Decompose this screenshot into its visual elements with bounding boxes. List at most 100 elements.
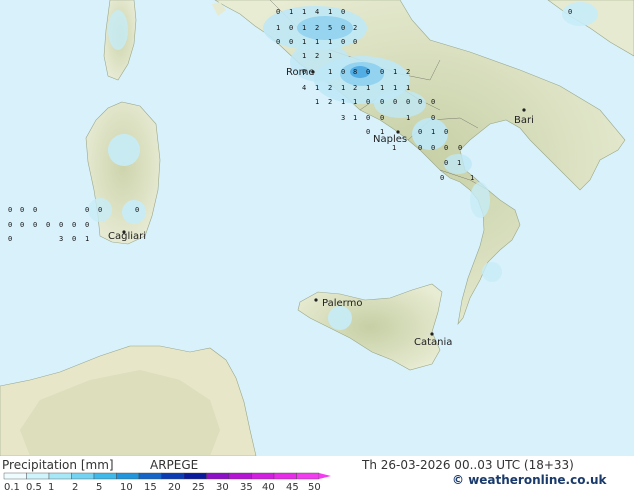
- city-label-bari: Bari: [514, 115, 534, 126]
- precip-value: 0: [72, 235, 76, 243]
- precip-value: 1: [328, 38, 332, 46]
- precip-value: 4: [302, 84, 306, 92]
- map-footer: Precipitation [mm] ARPEGE Th 26-03-2026 …: [0, 456, 634, 492]
- color-legend: 0.1 0.5 1 2 5 10 15 20 25 30 35 40 45 50: [3, 472, 331, 492]
- legend-swatch: [26, 472, 50, 480]
- legend-swatch: [183, 472, 207, 480]
- legend-swatch: [206, 472, 230, 480]
- precip-value: 1: [328, 52, 332, 60]
- legend-label: 2: [72, 482, 78, 492]
- precip-value: 0: [431, 98, 435, 106]
- precip-value: 1: [276, 24, 280, 32]
- precip-value: 0: [20, 221, 24, 229]
- precip-value: 0: [366, 114, 370, 122]
- precip-value: 0: [341, 38, 345, 46]
- precip-value: 0: [85, 221, 89, 229]
- precip-value: 1: [392, 144, 396, 152]
- precip-value: 0: [276, 38, 280, 46]
- legend-label: 20: [168, 482, 181, 492]
- legend-swatch: [71, 472, 95, 480]
- precip-value: 0: [568, 8, 572, 16]
- precip-value: 0: [341, 8, 345, 16]
- precip-value: 1: [406, 84, 410, 92]
- legend-swatch: [161, 472, 185, 480]
- legend-swatch: [138, 472, 162, 480]
- precip-value: 1: [380, 84, 384, 92]
- legend-label: 50: [308, 482, 321, 492]
- city-label-palermo: Palermo: [322, 298, 362, 309]
- legend-swatch: [251, 472, 275, 480]
- precip-value: 0: [444, 144, 448, 152]
- legend-label: 5: [96, 482, 102, 492]
- precip-value: 0: [431, 114, 435, 122]
- city-label-catania: Catania: [414, 337, 452, 348]
- precip-value: 0: [135, 206, 139, 214]
- valid-time: Th 26-03-2026 00..03 UTC (18+33): [362, 458, 574, 472]
- precip-value: 2: [315, 24, 319, 32]
- precip-value: 1: [85, 235, 89, 243]
- legend-arrow-icon: [319, 473, 331, 479]
- precip-value: 1: [353, 98, 357, 106]
- precip-value: 0: [444, 159, 448, 167]
- precip-value: 1: [457, 159, 461, 167]
- legend-label: 40: [262, 482, 275, 492]
- legend-swatch: [116, 472, 140, 480]
- precip-value: 8: [353, 68, 357, 76]
- copyright-text: weatheronline.co.uk: [468, 473, 607, 487]
- legend-label: 0.1: [4, 482, 20, 492]
- precip-value: 0: [98, 206, 102, 214]
- precip-value: 0: [431, 144, 435, 152]
- legend-swatch: [296, 472, 320, 480]
- legend-swatch: [48, 472, 72, 480]
- precip-value: 0: [341, 24, 345, 32]
- precip-value: 0: [59, 221, 63, 229]
- precip-value: 0: [458, 144, 462, 152]
- precip-value: 1: [366, 84, 370, 92]
- legend-label: 35: [240, 482, 253, 492]
- precip-value: 0: [33, 221, 37, 229]
- precip-value: 0: [289, 38, 293, 46]
- precip-value: 3: [341, 114, 345, 122]
- precip-value: 1: [470, 174, 474, 182]
- precip-value: 5: [328, 24, 332, 32]
- precip-value: 1: [302, 24, 306, 32]
- precip-value: 1: [302, 8, 306, 16]
- precip-value: 0: [380, 114, 384, 122]
- precip-value: 2: [315, 52, 319, 60]
- legend-label: 15: [144, 482, 157, 492]
- precip-value: 1: [289, 8, 293, 16]
- precip-value: 0: [440, 174, 444, 182]
- legend-swatch: [273, 472, 297, 480]
- precip-value: 3: [59, 235, 63, 243]
- precip-value: 0: [33, 206, 37, 214]
- precip-value: 0: [289, 24, 293, 32]
- precip-value: 2: [353, 84, 357, 92]
- precip-value: 0: [366, 128, 370, 136]
- precip-value: 0: [406, 98, 410, 106]
- precip-value: 0: [366, 68, 370, 76]
- precip-value: 1: [353, 114, 357, 122]
- city-label-cagliari: Cagliari: [108, 231, 146, 242]
- copyright-notice[interactable]: © weatheronline.co.uk: [452, 473, 607, 487]
- legend-label: 10: [120, 482, 133, 492]
- precip-value: 1: [341, 84, 345, 92]
- precip-value: 1: [406, 114, 410, 122]
- precip-value: 0: [353, 38, 357, 46]
- precip-value: 1: [315, 98, 319, 106]
- model-name: ARPEGE: [150, 458, 199, 472]
- precip-value: 0: [8, 235, 12, 243]
- precip-value: 0: [418, 128, 422, 136]
- legend-label: 30: [216, 482, 229, 492]
- precip-value: 1: [302, 52, 306, 60]
- precip-value: 4: [315, 8, 319, 16]
- map-canvas: 0 1 1 4 1 01 0 1 2 5 0 20 0 1 1 1 0 01 2 10 1 0 8 0 0 1 24 1 2 1 2 1 1 1 1…: [0, 0, 634, 457]
- precip-value: 0: [380, 68, 384, 76]
- legend-label: 25: [192, 482, 205, 492]
- legend-swatch: [228, 472, 252, 480]
- precip-value: 0: [341, 68, 345, 76]
- precip-value: 1: [393, 68, 397, 76]
- precipitation-map[interactable]: 0114101012502001110012101080012412121111…: [0, 0, 634, 457]
- precip-value: 1: [328, 68, 332, 76]
- precip-value: 1: [302, 38, 306, 46]
- precip-value: 0: [72, 221, 76, 229]
